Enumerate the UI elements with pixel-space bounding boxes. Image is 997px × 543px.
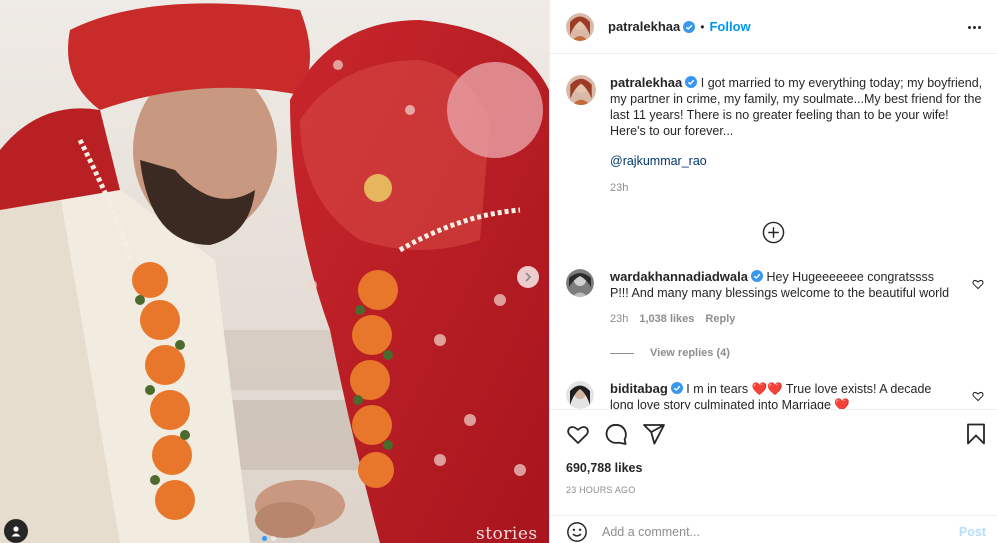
verified-badge-icon (685, 76, 698, 88)
heart-icon[interactable] (972, 278, 984, 290)
author-avatar[interactable] (566, 12, 594, 41)
load-more-comments-icon[interactable] (762, 221, 785, 244)
view-replies-label: View replies (4) (650, 347, 730, 359)
tagged-users-button[interactable] (4, 519, 28, 543)
post-photo[interactable]: stories (0, 0, 549, 543)
like-heart-icon[interactable] (566, 422, 590, 446)
comment-username[interactable]: wardakhannadiadwala (610, 269, 748, 284)
next-slide-button[interactable] (517, 266, 539, 288)
comment-likes-count[interactable]: 1,038 likes (639, 313, 694, 325)
comment-reply-button[interactable]: Reply (705, 313, 735, 325)
caption-username[interactable]: patralekhaa (610, 75, 682, 90)
save-bookmark-icon[interactable] (964, 422, 988, 446)
heart-icon[interactable] (972, 390, 984, 402)
post-header: patralekhaa • Follow (550, 0, 997, 54)
caption-timestamp[interactable]: 23h (610, 180, 986, 196)
caption-author-avatar[interactable] (566, 75, 596, 105)
comment-username[interactable]: biditabag (610, 381, 668, 396)
photo-watermark: stories (476, 524, 538, 543)
avatar-image (566, 75, 596, 105)
avatar-image (566, 381, 594, 409)
comments-section[interactable]: patralekhaa I got married to my everythi… (550, 55, 997, 409)
avatar-image (566, 269, 594, 297)
author-username[interactable]: patralekhaa (608, 19, 680, 34)
view-replies-divider (610, 352, 634, 354)
share-paper-plane-icon[interactable] (642, 422, 666, 446)
carousel-dot (271, 536, 276, 541)
commenter-avatar[interactable] (566, 381, 594, 409)
comment-input[interactable] (602, 524, 922, 539)
likes-count[interactable]: 690,788 likes (566, 461, 642, 475)
add-comment-bar: Post (550, 515, 997, 543)
view-replies-button[interactable]: View replies (4) (610, 347, 730, 359)
comment-item: wardakhannadiadwala Hey Hugeeeeeee congr… (566, 269, 986, 325)
header-separator: • (700, 19, 705, 34)
post-timestamp[interactable]: 23 HOURS AGO (566, 485, 635, 495)
post-details-panel: patralekhaa • Follow patralekhaa I got m… (549, 0, 997, 543)
emoji-icon[interactable] (566, 521, 588, 543)
comment-timestamp[interactable]: 23h (610, 313, 628, 325)
post-actions: 690,788 likes 23 HOURS AGO Post (550, 409, 997, 543)
wedding-photo-image (0, 0, 549, 543)
verified-badge-icon (751, 270, 763, 282)
more-options-button[interactable] (966, 19, 982, 35)
chevron-right-icon (525, 272, 532, 282)
post-caption: patralekhaa I got married to my everythi… (566, 75, 986, 196)
avatar-image (566, 12, 594, 41)
verified-badge-icon (670, 382, 683, 394)
comment-item: biditabag I m in tears ❤️❤️ True love ex… (566, 381, 986, 409)
carousel-indicator (262, 536, 276, 541)
post-comment-button[interactable]: Post (959, 525, 986, 539)
verified-badge-icon (683, 20, 696, 33)
user-icon (11, 526, 21, 537)
carousel-dot-active (262, 536, 267, 541)
caption-mention-link[interactable]: @rajkummar_rao (610, 153, 986, 169)
comment-bubble-icon[interactable] (604, 422, 628, 446)
follow-button[interactable]: Follow (709, 19, 750, 34)
commenter-avatar[interactable] (566, 269, 594, 297)
more-options-icon (967, 25, 971, 29)
